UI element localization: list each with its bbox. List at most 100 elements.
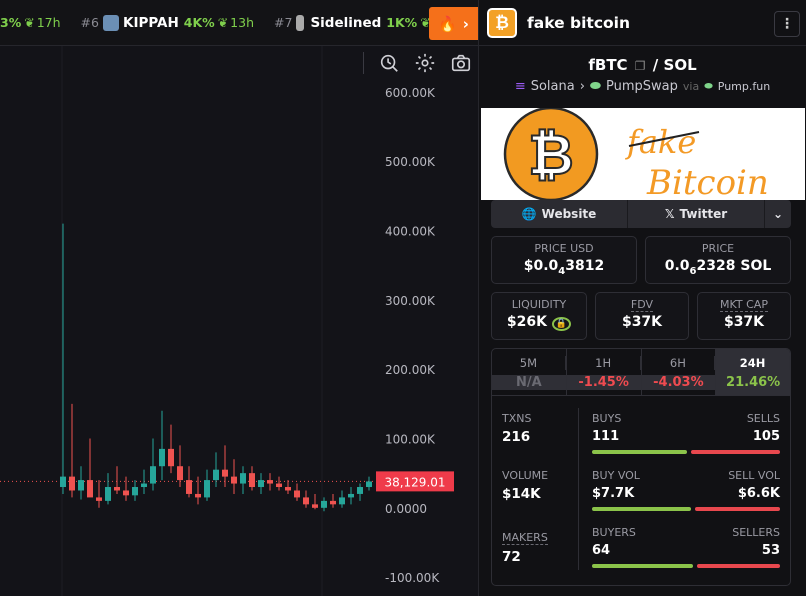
tab-1h[interactable]: 1H -1.45% xyxy=(566,349,642,395)
y-tick-label: 0.0000 xyxy=(385,502,427,516)
liquidity-card: LIQUIDITY $26K 🔒 xyxy=(491,292,587,340)
globe-icon: 🌐 xyxy=(521,207,537,221)
stat-value: 216 xyxy=(502,429,531,445)
twitter-button[interactable]: 𝕏 Twitter xyxy=(628,200,765,228)
stat-right-label: SELLERS xyxy=(732,526,780,539)
candle-body xyxy=(150,466,156,484)
candle-body xyxy=(168,448,174,467)
tab-label: 24H xyxy=(716,356,790,370)
social-links: 🌐 Website 𝕏 Twitter ⌄ xyxy=(491,200,791,228)
candle-body xyxy=(240,473,246,484)
candle-body xyxy=(132,487,138,496)
candle-body xyxy=(177,466,183,481)
tab-value: -4.03% xyxy=(641,375,716,390)
price-sol-prefix: 0.0 xyxy=(664,258,690,274)
candle-body xyxy=(105,487,111,501)
price-chart[interactable]: 600.00K 500.00K 400.00K 300.00K 200.00K 100.0… xyxy=(0,46,478,596)
stat-value: $14K xyxy=(502,486,541,502)
tab-24h[interactable]: 24H 21.46% xyxy=(716,349,790,395)
banner-text-fake: fake xyxy=(625,123,696,161)
stat-row-txns: TXNS 216 BUYS SELLS 111 105 xyxy=(492,412,792,469)
trending-ticker: 3% ❦ 17h #6 KIPPAH 4K% ❦ 13h #7 Sideline… xyxy=(0,0,478,46)
stat-right-label: SELL VOL xyxy=(728,469,780,482)
pill-icon: ⬬ xyxy=(704,81,713,92)
ratio-bar-sell xyxy=(690,450,780,454)
mktcap-label: MKT CAP xyxy=(720,298,768,312)
candlestick-chart[interactable]: 600.00K 500.00K 400.00K 300.00K 200.00K 100.0… xyxy=(0,46,478,596)
liquidity-label: LIQUIDITY xyxy=(511,298,567,311)
tab-value: -1.45% xyxy=(566,375,641,390)
ratio-bar-sell xyxy=(696,564,780,568)
sprout-icon: ❦ xyxy=(24,15,35,30)
more-options-icon[interactable]: ⋮ xyxy=(774,11,800,37)
ticker-age: 13h xyxy=(230,15,254,30)
candle-body xyxy=(231,476,237,484)
candle-body xyxy=(69,476,75,491)
dex-link[interactable]: PumpSwap xyxy=(606,79,678,94)
liquidity-value: $26K xyxy=(506,314,547,330)
chevron-right-icon: › xyxy=(579,79,585,94)
candle-body xyxy=(195,493,201,498)
candle-body xyxy=(348,493,354,498)
y-tick-label: 100.00K xyxy=(385,432,436,446)
ratio-bar-buy xyxy=(592,564,693,568)
stat-key: TXNS xyxy=(502,412,532,425)
copy-icon[interactable]: ❐ xyxy=(635,59,646,73)
token-avatar-icon xyxy=(102,14,119,31)
ratio-bar xyxy=(592,564,780,568)
candle-body xyxy=(285,487,291,491)
price-sol-zeros: 6 xyxy=(689,265,697,277)
stat-key: MAKERS xyxy=(502,531,548,545)
token-name: fake bitcoin xyxy=(527,13,631,32)
website-button[interactable]: 🌐 Website xyxy=(491,200,628,228)
lock-icon[interactable]: 🔒 xyxy=(551,317,572,331)
tab-6h[interactable]: 6H -4.03% xyxy=(641,349,717,395)
mktcap-card: MKT CAP $37K xyxy=(697,292,791,340)
y-tick-label: 500.00K xyxy=(385,155,436,169)
tab-value: 21.46% xyxy=(716,375,790,390)
candle-body xyxy=(339,497,345,505)
fdv-label: FDV xyxy=(630,298,654,312)
tab-value: N/A xyxy=(492,375,566,390)
tab-label: 6H xyxy=(642,356,716,370)
candle-body xyxy=(321,500,327,508)
chevron-down-icon[interactable]: ⌄ xyxy=(765,200,791,228)
sprout-icon: ❦ xyxy=(217,15,229,30)
candle-body xyxy=(357,487,363,494)
candle-body xyxy=(276,483,282,488)
fdv-value: $37K xyxy=(621,314,663,330)
candle-body xyxy=(114,487,120,491)
ratio-bar-buy xyxy=(592,507,691,511)
current-price-label: 38,129.01 xyxy=(384,475,445,489)
price-sol-value: 0.062328 SOL xyxy=(646,258,790,277)
stat-row-makers: MAKERS 72 BUYERS SELLERS 64 53 xyxy=(492,526,792,583)
timeframe-tabs: 5M N/A 1H -1.45% 6H -4.03% 24H 21.46% xyxy=(491,348,791,396)
candle-body xyxy=(123,490,129,496)
price-usd-card: PRICE USD $0.043812 xyxy=(491,236,637,284)
ticker-age: 17h xyxy=(36,15,61,30)
ticker-item[interactable]: 3% ❦ 17h xyxy=(0,15,61,30)
ratio-bar-buy xyxy=(592,450,687,454)
price-sol-rest: 2328 SOL xyxy=(696,258,772,274)
mktcap-value: $37K xyxy=(723,314,765,330)
stat-left-label: BUYS xyxy=(592,412,622,425)
chain-link[interactable]: Solana xyxy=(531,79,575,94)
y-tick-label: 600.00K xyxy=(385,86,436,100)
launchpad-link[interactable]: Pump.fun xyxy=(718,80,770,93)
stat-right-label: SELLS xyxy=(746,412,780,425)
ticker-item[interactable]: #7 Sidelined 1K% ❦ 5h xyxy=(274,14,449,31)
tab-5m[interactable]: 5M N/A xyxy=(492,349,567,395)
candle-body xyxy=(249,473,255,488)
quote-symbol: SOL xyxy=(663,56,697,74)
ratio-bar-sell xyxy=(694,507,780,511)
trending-fire-button[interactable]: 🔥 › xyxy=(429,7,478,40)
candle-body xyxy=(330,500,336,505)
stat-value: 72 xyxy=(502,549,521,565)
stat-left-value: 111 xyxy=(592,429,620,444)
ticker-item[interactable]: #6 KIPPAH 4K% ❦ 13h xyxy=(81,14,254,31)
token-logo-icon: ₿ xyxy=(487,7,517,38)
twitter-label: Twitter xyxy=(679,207,728,221)
token-banner: ₿ fake Bitcoin xyxy=(481,108,805,200)
solana-icon: ≡ xyxy=(514,79,526,94)
ticker-change: 4K% xyxy=(183,15,215,30)
